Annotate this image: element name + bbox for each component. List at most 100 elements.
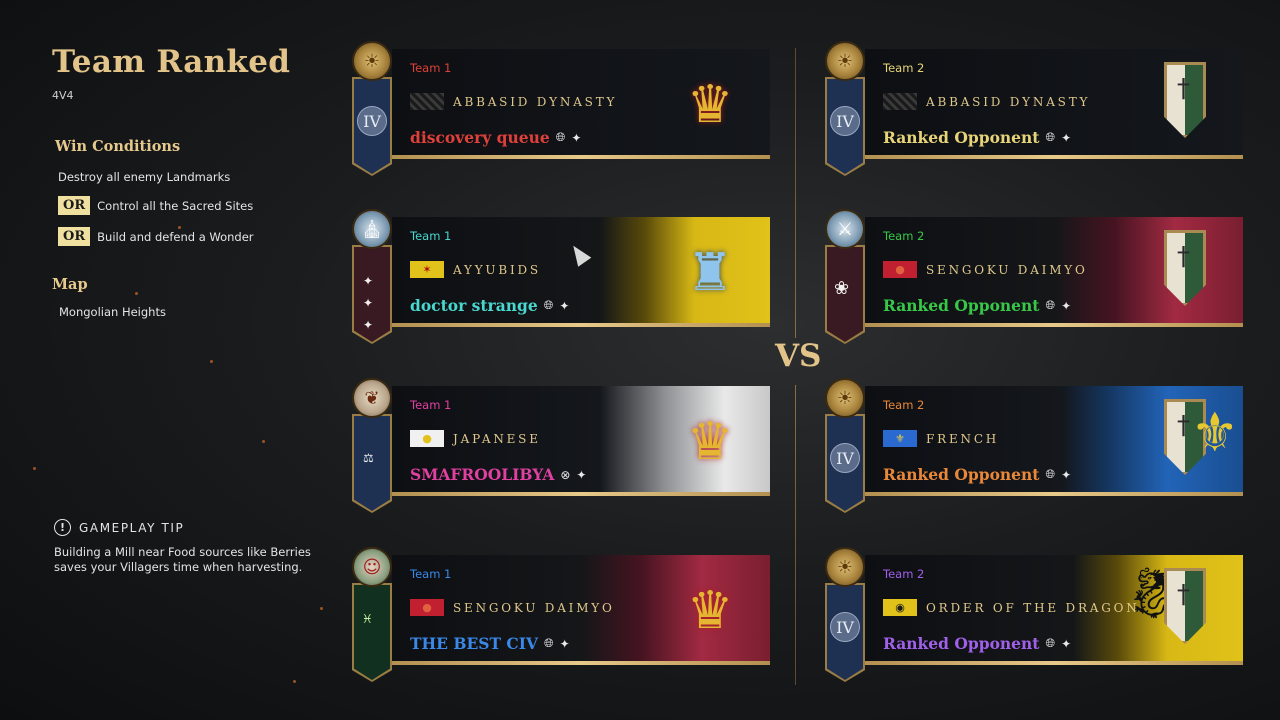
star-icon: ✦ [363, 318, 374, 332]
civ-row: ● SENGOKU DAIMYO [883, 261, 1088, 278]
player-name[interactable]: discovery queue [410, 128, 550, 147]
player-row: Ranked Opponent 🌐︎ ✦ [883, 634, 1071, 653]
player-name[interactable]: Ranked Opponent [883, 128, 1039, 147]
star-icon: ✦ [363, 296, 374, 310]
ember-particle [320, 607, 323, 610]
civ-flag-icon [883, 93, 917, 110]
player-name[interactable]: Ranked Opponent [883, 465, 1039, 484]
crown-crest-icon: ♛ [686, 75, 734, 135]
match-mode: 4V4 [52, 89, 74, 102]
match-info-panel: Team Ranked 4V4 Win Conditions Destroy a… [52, 44, 322, 319]
globe-icon: 🌐︎ [1045, 636, 1056, 650]
team-label: Team 1 [410, 229, 452, 243]
player-name[interactable]: SMAFROOLIBYA [410, 465, 554, 484]
player-card-team2-1[interactable]: IV ☀ Team 2 ABBASID DYNASTY Ranked Oppon… [825, 41, 1243, 176]
civ-name: ABBASID DYNASTY [453, 94, 618, 109]
or-badge: OR [58, 227, 91, 246]
civ-flag-icon: ● [883, 261, 917, 278]
controller-icon: ✦ [1061, 298, 1072, 313]
rank-banner [354, 585, 390, 680]
sword-icon: † [1177, 580, 1190, 610]
player-row: Ranked Opponent 🌐︎ ✦ [883, 465, 1071, 484]
civ-row: ⚜ FRENCH [883, 430, 999, 447]
controller-icon: ✦ [559, 298, 570, 313]
rank-icons: ⚖︎ [363, 451, 374, 465]
rank-icons: ✦ ✦ ✦ [363, 274, 373, 332]
tip-text-line: saves your Villagers time when harvestin… [54, 559, 303, 574]
player-card-team1-3[interactable]: ⚖︎ ❦ Team 1 ● JAPANESE SMAFROOLIBYA ⊗ ✦ … [352, 378, 770, 513]
ember-particle [262, 440, 265, 443]
tip-text: Building a Mill near Food sources like B… [54, 545, 334, 575]
civ-flag-icon: ● [410, 599, 444, 616]
player-card-team2-3[interactable]: IV ☀ Team 2 ⚜ FRENCH Ranked Opponent 🌐︎ … [825, 378, 1243, 513]
ember-particle [33, 467, 36, 470]
civ-row: ABBASID DYNASTY [410, 93, 617, 110]
sword-icon: † [1177, 74, 1190, 104]
player-name[interactable]: Ranked Opponent [883, 296, 1039, 315]
civ-row: ● SENGOKU DAIMYO [410, 599, 615, 616]
knight-crest-icon: ♜ [686, 243, 734, 303]
civ-flag-icon: ● [410, 430, 444, 447]
win-condition-label: Control all the Sacred Sites [97, 198, 254, 213]
flower-icon: ❀ [834, 278, 850, 299]
rank-icons: ♓︎ [362, 612, 373, 626]
globe-icon: 🌐︎ [544, 636, 554, 650]
team-label: Team 2 [883, 398, 925, 412]
civ-name: AYYUBIDS [453, 262, 541, 277]
civ-name: ORDER OF THE DRAGON [926, 600, 1140, 615]
controller-icon: ✦ [559, 636, 570, 651]
controller-icon: ✦ [576, 467, 587, 482]
player-name[interactable]: Ranked Opponent [883, 634, 1039, 653]
portrait-medallion-icon: ⚔ [825, 209, 865, 249]
sun-medallion-icon: ☀ [825, 547, 865, 587]
player-card-team2-4[interactable]: IV ☀ Team 2 ◉ ORDER OF THE DRAGON Ranked… [825, 547, 1243, 682]
civ-row: ✶ AYYUBIDS [410, 261, 541, 278]
branch-medallion-icon: ❦ [352, 378, 392, 418]
player-row: THE BEST CIV 🌐︎ ✦ [410, 634, 570, 653]
map-heading: Map [52, 276, 88, 293]
civ-flag-icon: ✶ [410, 261, 444, 278]
player-row: Ranked Opponent 🌐︎ ✦ [883, 296, 1071, 315]
player-row: SMAFROOLIBYA ⊗ ✦ [410, 465, 586, 484]
civ-row: ◉ ORDER OF THE DRAGON [883, 599, 1140, 616]
player-card-team1-1[interactable]: IV ☀ Team 1 ABBASID DYNASTY discovery qu… [352, 41, 770, 176]
team-label: Team 2 [883, 229, 925, 243]
team-label: Team 1 [410, 398, 452, 412]
xbox-icon: ⊗ [560, 467, 571, 482]
player-card-team1-4[interactable]: ♓︎ ☺ Team 1 ● SENGOKU DAIMYO THE BEST CI… [352, 547, 770, 682]
portrait-medallion-icon: ⛪︎ [352, 209, 392, 249]
globe-icon: 🌐︎ [1045, 130, 1056, 144]
civ-row: ● JAPANESE [410, 430, 541, 447]
player-card-team2-2[interactable]: ❀ ⚔ Team 2 ● SENGOKU DAIMYO Ranked Oppon… [825, 209, 1243, 344]
player-card-team1-2[interactable]: ✦ ✦ ✦ ⛪︎ Team 1 ✶ AYYUBIDS doctor strange … [352, 209, 770, 344]
civ-flag-icon [410, 93, 444, 110]
globe-icon: 🌐︎ [1045, 298, 1056, 312]
crown-crest-icon: ♛ [686, 412, 734, 472]
rank-badge: IV [830, 443, 860, 473]
exclamation-icon: ! [54, 519, 71, 536]
controller-icon: ✦ [571, 130, 582, 145]
player-name[interactable]: THE BEST CIV [410, 634, 538, 653]
globe-icon: 🌐︎ [543, 298, 554, 312]
rank-badge: IV [830, 612, 860, 642]
globe-icon: 🌐︎ [1045, 467, 1056, 481]
sword-icon: † [1177, 242, 1190, 272]
civ-flag-icon: ⚜ [883, 430, 917, 447]
tip-heading: GAMEPLAY TIP [79, 520, 185, 535]
player-row: Ranked Opponent 🌐︎ ✦ [883, 128, 1071, 147]
star-icon: ✦ [363, 274, 374, 288]
win-condition-item: OR Control all the Sacred Sites [58, 196, 322, 215]
civ-name: SENGOKU DAIMYO [926, 262, 1088, 277]
ember-particle [210, 360, 213, 363]
tip-header: ! GAMEPLAY TIP [54, 519, 334, 536]
gameplay-tip: ! GAMEPLAY TIP Building a Mill near Food… [54, 519, 334, 575]
sun-medallion-icon: ☀ [352, 41, 392, 81]
controller-icon: ✦ [1061, 130, 1072, 145]
player-name[interactable]: doctor strange [410, 296, 538, 315]
team-label: Team 2 [883, 567, 925, 581]
team-label: Team 1 [410, 61, 452, 75]
crown-crest-icon: ♛ [686, 581, 734, 641]
fish-icon: ♓︎ [362, 612, 373, 626]
civ-row: ABBASID DYNASTY [883, 93, 1090, 110]
controller-icon: ✦ [1061, 467, 1072, 482]
